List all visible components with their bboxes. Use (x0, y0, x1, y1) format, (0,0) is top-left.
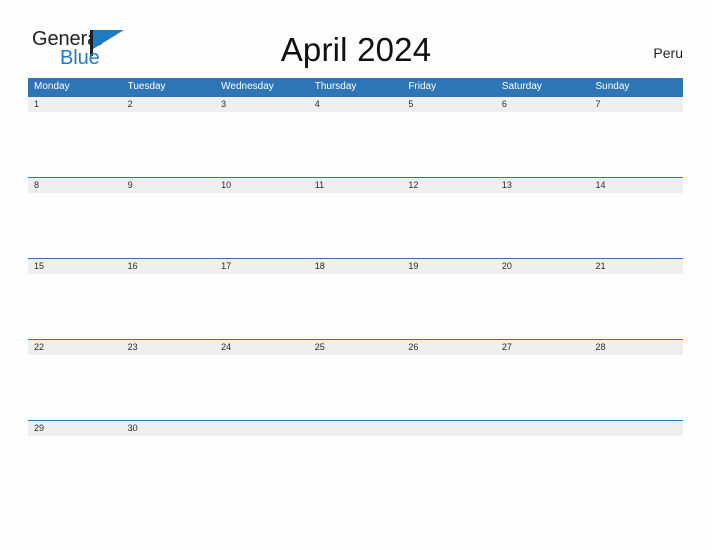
date-number-empty (215, 421, 309, 436)
day-event-cell[interactable] (309, 355, 403, 420)
date-number[interactable]: 22 (28, 340, 122, 355)
weekday-header-monday: Monday (34, 81, 70, 92)
date-number[interactable]: 28 (589, 340, 683, 355)
day-event-cell[interactable] (589, 112, 683, 177)
day-event-cell[interactable] (28, 193, 122, 258)
day-event-cell[interactable] (402, 274, 496, 339)
date-number[interactable]: 15 (28, 259, 122, 274)
day-event-cell[interactable] (122, 355, 216, 420)
date-number-empty (402, 421, 496, 436)
page-title: April 2024 (280, 31, 432, 68)
day-event-cell-empty (215, 436, 309, 501)
day-event-cell[interactable] (496, 355, 590, 420)
calendar-week-row: 8 9 10 11 12 13 14 (28, 177, 683, 258)
day-event-cell[interactable] (215, 193, 309, 258)
weekday-header-tuesday: Tuesday (127, 81, 166, 92)
date-number-empty (309, 421, 403, 436)
calendar-grid: Monday Tuesday Wednesday Thursday Friday… (28, 78, 683, 501)
weekday-header-saturday: Saturday (501, 81, 542, 92)
calendar-week-row: 15 16 17 18 19 20 21 (28, 258, 683, 339)
day-event-cell[interactable] (496, 274, 590, 339)
date-number[interactable]: 6 (496, 97, 590, 112)
day-event-cell-empty (496, 436, 590, 501)
day-event-cell[interactable] (589, 193, 683, 258)
week-date-band: 22 23 24 25 26 27 28 (28, 340, 683, 355)
weekday-header-friday: Friday (408, 81, 437, 92)
week-date-band: 15 16 17 18 19 20 21 (28, 259, 683, 274)
date-number[interactable]: 14 (589, 178, 683, 193)
day-event-cell-empty (309, 436, 403, 501)
weekday-header-row: Monday Tuesday Wednesday Thursday Friday… (28, 78, 683, 96)
date-number[interactable]: 24 (215, 340, 309, 355)
week-event-area (28, 436, 683, 501)
date-number[interactable]: 1 (28, 97, 122, 112)
date-number[interactable]: 25 (309, 340, 403, 355)
date-number[interactable]: 18 (309, 259, 403, 274)
date-number[interactable]: 27 (496, 340, 590, 355)
weekday-header-wednesday: Wednesday (221, 81, 274, 92)
day-event-cell[interactable] (496, 193, 590, 258)
weekday-header-thursday: Thursday (314, 81, 357, 92)
day-event-cell[interactable] (28, 355, 122, 420)
date-number[interactable]: 16 (122, 259, 216, 274)
day-event-cell[interactable] (122, 436, 216, 501)
country-label: Peru (653, 45, 683, 61)
day-event-cell[interactable] (402, 112, 496, 177)
date-number[interactable]: 2 (122, 97, 216, 112)
date-number[interactable]: 5 (402, 97, 496, 112)
date-number[interactable]: 7 (589, 97, 683, 112)
date-number-empty (496, 421, 590, 436)
date-number[interactable]: 26 (402, 340, 496, 355)
date-number[interactable]: 9 (122, 178, 216, 193)
date-number[interactable]: 12 (402, 178, 496, 193)
calendar-week-row: 29 30 (28, 420, 683, 501)
page-header: General Blue April 2024 Peru (0, 0, 712, 78)
day-event-cell[interactable] (309, 193, 403, 258)
day-event-cell[interactable] (122, 112, 216, 177)
date-number-empty (589, 421, 683, 436)
date-number[interactable]: 17 (215, 259, 309, 274)
week-date-band: 29 30 (28, 421, 683, 436)
week-event-area (28, 355, 683, 420)
date-number[interactable]: 8 (28, 178, 122, 193)
day-event-cell-empty (402, 436, 496, 501)
day-event-cell[interactable] (309, 274, 403, 339)
day-event-cell[interactable] (215, 112, 309, 177)
week-date-band: 1 2 3 4 5 6 7 (28, 97, 683, 112)
week-event-area (28, 112, 683, 177)
date-number[interactable]: 23 (122, 340, 216, 355)
date-number[interactable]: 10 (215, 178, 309, 193)
day-event-cell[interactable] (215, 355, 309, 420)
week-event-area (28, 193, 683, 258)
day-event-cell[interactable] (589, 355, 683, 420)
day-event-cell[interactable] (122, 274, 216, 339)
day-event-cell[interactable] (215, 274, 309, 339)
day-event-cell-empty (589, 436, 683, 501)
date-number[interactable]: 11 (309, 178, 403, 193)
day-event-cell[interactable] (28, 436, 122, 501)
date-number[interactable]: 19 (402, 259, 496, 274)
calendar-week-row: 22 23 24 25 26 27 28 (28, 339, 683, 420)
day-event-cell[interactable] (309, 112, 403, 177)
day-event-cell[interactable] (28, 112, 122, 177)
weekday-header-sunday: Sunday (595, 81, 630, 92)
calendar-page: { "brand": { "word_one": "General", "wor… (0, 0, 712, 550)
calendar-week-row: 1 2 3 4 5 6 7 (28, 96, 683, 177)
day-event-cell[interactable] (589, 274, 683, 339)
day-event-cell[interactable] (28, 274, 122, 339)
week-date-band: 8 9 10 11 12 13 14 (28, 178, 683, 193)
date-number[interactable]: 30 (122, 421, 216, 436)
day-event-cell[interactable] (402, 355, 496, 420)
date-number[interactable]: 3 (215, 97, 309, 112)
day-event-cell[interactable] (122, 193, 216, 258)
date-number[interactable]: 4 (309, 97, 403, 112)
day-event-cell[interactable] (496, 112, 590, 177)
day-event-cell[interactable] (402, 193, 496, 258)
date-number[interactable]: 13 (496, 178, 590, 193)
date-number[interactable]: 20 (496, 259, 590, 274)
week-event-area (28, 274, 683, 339)
date-number[interactable]: 29 (28, 421, 122, 436)
date-number[interactable]: 21 (589, 259, 683, 274)
